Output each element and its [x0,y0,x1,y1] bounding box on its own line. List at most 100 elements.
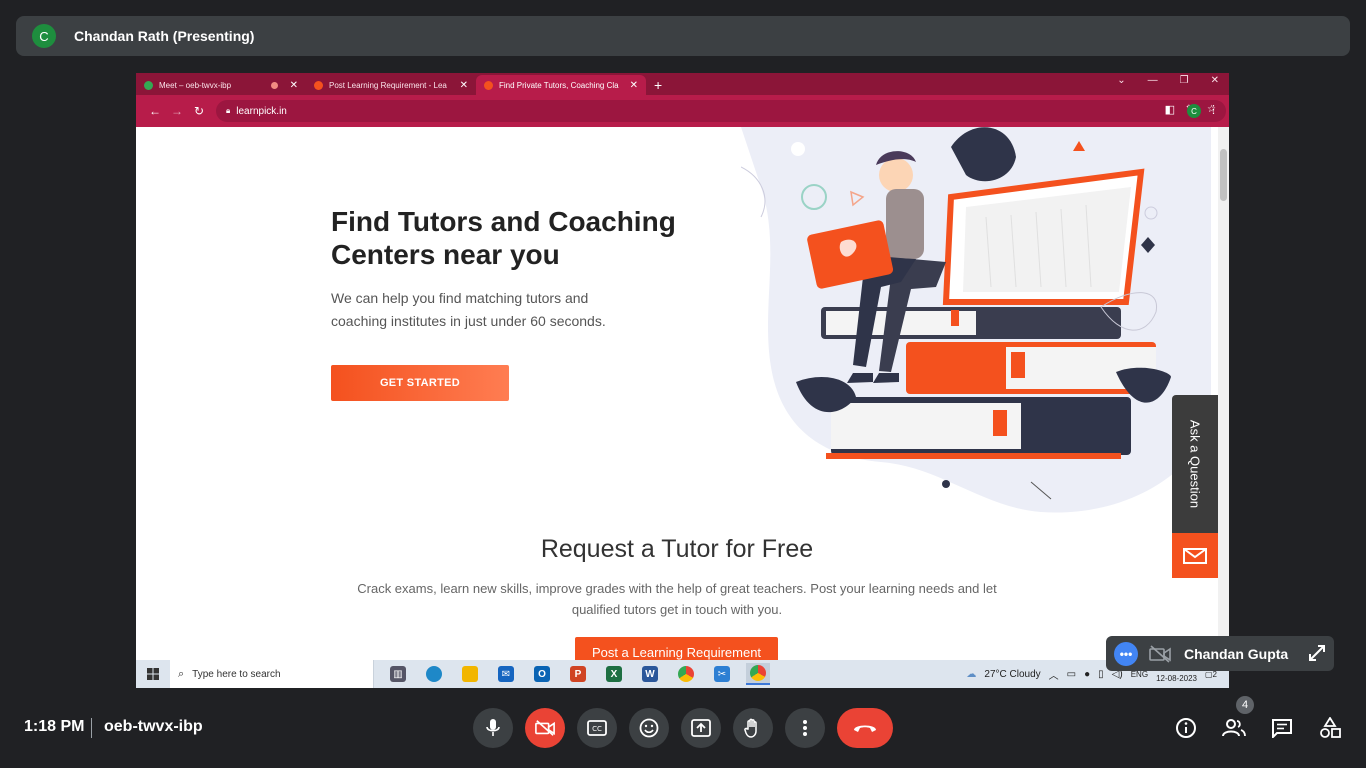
hero-illustration [741,127,1211,513]
tab-search-icon[interactable]: ⌄ [1117,75,1125,86]
weather-text[interactable]: 27°C Cloudy [984,669,1040,680]
more-options-button[interactable] [785,708,825,748]
hero-title: Find Tutors and Coaching Centers near yo… [331,206,676,270]
ask-question-tab[interactable]: Ask a Question [1172,395,1218,533]
network-icon[interactable]: ▯ [1098,669,1104,680]
reload-icon[interactable]: ↻ [188,104,210,118]
task-view-icon[interactable]: ▥ [386,663,410,685]
request-tutor-heading: Request a Tutor for Free [540,535,814,563]
close-tab-icon[interactable]: ✕ [460,80,468,91]
activities-icon[interactable] [1318,716,1342,740]
outlook-icon[interactable]: O [530,663,554,685]
meeting-time: 1:18 PM [24,718,85,735]
scrollbar-thumb[interactable] [1220,149,1227,201]
taskbar-search-placeholder: Type here to search [192,668,281,680]
presenter-bar: C Chandan Rath (Presenting) [16,16,1350,56]
presenter-name: Chandan Rath (Presenting) [74,28,255,44]
page-scrollbar[interactable] [1218,127,1229,660]
divider [91,718,92,738]
file-explorer-icon[interactable] [458,663,482,685]
kebab-icon [803,720,807,736]
minimize-icon[interactable]: — [1148,75,1158,86]
back-icon[interactable]: ← [144,104,166,118]
leave-call-button[interactable] [837,708,893,748]
mail-icon[interactable] [1172,533,1218,578]
captions-button[interactable]: CC [577,708,617,748]
new-tab-button[interactable]: + [654,77,662,93]
windows-start-icon[interactable] [136,668,170,680]
chat-icon[interactable] [1270,716,1294,740]
lock-icon: 🔒︎ [226,106,231,115]
participants-count-badge: 4 [1236,696,1254,714]
chrome-icon[interactable] [674,663,698,685]
close-tab-icon[interactable]: ✕ [290,80,298,91]
word-icon[interactable]: W [638,663,662,685]
profile-avatar[interactable]: C [1187,104,1201,118]
self-name: Chandan Gupta [1184,645,1289,662]
search-icon: ⌕ [178,667,185,680]
request-tutor-description: Crack exams, learn new skills, improve g… [357,581,997,617]
get-started-button[interactable]: GET STARTED [331,365,509,401]
address-bar: ← → ↻ 🔒︎ learnpick.in ⇪ ☆ [136,95,1229,127]
taskbar-date: 12-08-2023 [1156,674,1197,683]
forward-icon[interactable]: → [166,104,188,118]
side-panel-icon[interactable]: ◧ [1165,103,1175,116]
emoji-icon [639,718,659,738]
edge-icon[interactable] [422,663,446,685]
ask-question-label: Ask a Question [1187,419,1203,509]
tab-find-tutors[interactable]: Find Private Tutors, Coaching Cla ✕ [476,75,646,95]
camera-off-icon [535,720,555,736]
hero-subtitle: We can help you find matching tutors and… [331,290,606,329]
chrome-active-icon[interactable] [746,663,770,685]
weather-icon[interactable]: ☁ [966,669,976,680]
hand-icon [744,718,757,738]
taskbar-apps: ▥ ✉ O P X W ✂ [386,663,770,685]
close-window-icon[interactable]: ✕ [1211,75,1219,86]
browser-menu-icon[interactable]: ⋮ [1208,103,1219,116]
tab-title: Find Private Tutors, Coaching Cla [499,80,619,90]
recording-icon [270,81,278,89]
window-controls: ⌄ — ❐ ✕ [1117,75,1219,86]
taskbar-search-input[interactable]: ⌕ Type here to search [170,660,374,688]
microphone-button[interactable] [473,708,513,748]
people-icon[interactable] [1222,716,1246,740]
microphone-tray-icon[interactable]: ● [1084,669,1090,680]
ask-question-widget[interactable]: Ask a Question [1172,395,1218,578]
present-icon [691,719,711,737]
meet-favicon-icon [144,80,153,90]
learnpick-favicon-icon [314,80,323,90]
close-tab-icon[interactable]: ✕ [630,80,638,91]
tab-meet[interactable]: Meet – oeb-twvx-ibp ✕ [136,75,306,95]
web-page: Find Tutors and Coaching Centers near yo… [136,127,1218,660]
microphone-icon [486,719,500,736]
meeting-code: oeb-twvx-ibp [104,718,203,735]
learnpick-favicon-icon [484,80,493,90]
camera-off-icon [1148,644,1172,663]
windows-taskbar: ⌕ Type here to search ▥ ✉ O P X W ✂ ☁ 27… [136,660,1229,688]
excel-icon[interactable]: X [602,663,626,685]
url-field[interactable]: 🔒︎ learnpick.in ⇪ ☆ [216,100,1226,122]
tab-post-requirement[interactable]: Post Learning Requirement - Lea ✕ [306,75,476,95]
captions-icon: CC [587,720,607,736]
more-options-icon[interactable]: ••• [1114,641,1138,666]
reactions-button[interactable] [629,708,669,748]
meeting-details-icon[interactable] [1174,716,1198,740]
tray-chevron-icon[interactable]: ︿ [1049,667,1059,682]
powerpoint-icon[interactable]: P [566,663,590,685]
expand-icon[interactable] [1308,644,1326,667]
tab-title: Meet – oeb-twvx-ibp [159,80,232,90]
end-call-icon [854,725,876,732]
post-learning-requirement-button[interactable]: Post a Learning Requirement [575,637,778,660]
presenter-avatar: C [32,24,56,48]
shared-screen: Meet – oeb-twvx-ibp ✕ Post Learning Requ… [136,73,1229,688]
mail-app-icon[interactable]: ✉ [494,663,518,685]
present-screen-button[interactable] [681,708,721,748]
url-text: learnpick.in [236,105,287,117]
camera-toggle-button[interactable] [525,708,565,748]
tab-title: Post Learning Requirement - Lea [329,80,447,90]
raise-hand-button[interactable] [733,708,773,748]
svg-text:CC: CC [592,725,602,733]
device-icon[interactable]: ▭ [1067,669,1076,680]
snipping-tool-icon[interactable]: ✂ [710,663,734,685]
restore-icon[interactable]: ❐ [1180,75,1189,86]
